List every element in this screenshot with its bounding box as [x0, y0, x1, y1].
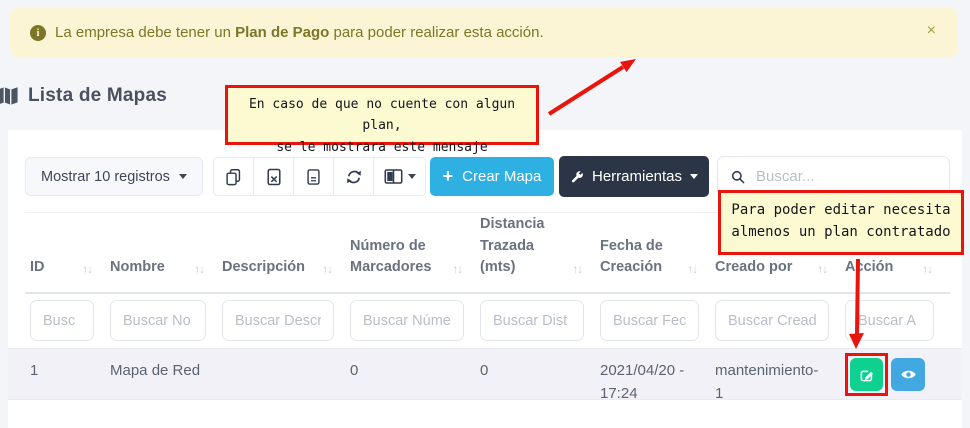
- create-map-label: Crear Mapa: [462, 168, 541, 185]
- sort-icon[interactable]: ↑↓: [323, 262, 333, 279]
- annotation-no-plan-message: En caso de que no cuente con algun plan,…: [225, 85, 539, 145]
- annotation-line: se le mostrara este mensaje: [228, 137, 536, 158]
- alert-message-bold: Plan de Pago: [235, 24, 329, 41]
- chevron-down-icon: [690, 174, 698, 179]
- annotation-line: Para poder editar necesita: [721, 199, 961, 221]
- column-visibility-button[interactable]: [373, 157, 426, 196]
- alert-message: La empresa debe tener un Plan de Pago pa…: [55, 24, 544, 41]
- arrow-to-alert-head: [620, 59, 636, 72]
- column-header-distancia[interactable]: Distancia Trazada (mts)↑↓: [480, 214, 600, 292]
- maps-list-page: i La empresa debe tener un Plan de Pago …: [0, 0, 970, 428]
- table-row: 1 Mapa de Red 0 0 2021/04/20 - 17:24 man…: [8, 348, 962, 400]
- filter-input-accion[interactable]: [845, 300, 934, 341]
- annotation-edit-requirement: Para poder editar necesita almenos un pl…: [718, 190, 964, 255]
- cell-descripcion: [222, 360, 350, 405]
- file-export-button[interactable]: [293, 157, 334, 196]
- search-icon: [731, 169, 745, 185]
- export-button-group: [213, 157, 426, 196]
- info-icon: i: [30, 25, 46, 41]
- sort-icon[interactable]: ↑↓: [195, 262, 205, 279]
- copy-button[interactable]: [213, 157, 254, 196]
- annotation-line: En caso de que no cuente con algun plan,: [228, 94, 536, 137]
- sort-icon[interactable]: ↑↓: [453, 262, 463, 279]
- show-entries-label: Mostrar 10 registros: [41, 169, 170, 185]
- chevron-down-icon: [179, 174, 187, 179]
- column-header-nombre[interactable]: Nombre↑↓: [110, 257, 222, 292]
- alert-message-prefix: La empresa debe tener un: [55, 24, 235, 41]
- column-visibility-icon: [384, 168, 403, 185]
- alert-message-suffix: para poder realizar esta acción.: [329, 24, 543, 41]
- column-header-accion[interactable]: Acción↑↓: [845, 257, 950, 292]
- column-header-descripcion[interactable]: Descripción↑↓: [222, 257, 350, 292]
- excel-export-button[interactable]: [253, 157, 294, 196]
- filter-input-nombre[interactable]: [110, 300, 206, 341]
- copy-icon: [225, 168, 242, 186]
- column-header-marcadores[interactable]: Número de Marcadores↑↓: [350, 236, 480, 293]
- tools-label: Herramientas: [592, 168, 682, 185]
- cell-nombre: Mapa de Red: [110, 360, 222, 405]
- eye-icon: [900, 367, 917, 382]
- refresh-icon: [345, 168, 363, 186]
- page-title-row: Lista de Mapas: [0, 85, 167, 107]
- sort-icon[interactable]: ↑↓: [83, 262, 93, 279]
- cell-fecha: 2021/04/20 - 17:24: [600, 360, 715, 405]
- annotation-line: almenos un plan contratado: [721, 221, 961, 243]
- filter-input-descripcion[interactable]: [222, 300, 334, 341]
- sort-icon[interactable]: ↑↓: [923, 262, 933, 279]
- filter-input-distancia[interactable]: [480, 300, 584, 341]
- filter-input-fecha[interactable]: [600, 300, 699, 341]
- arrow-to-alert: [549, 67, 623, 114]
- sort-icon[interactable]: ↑↓: [818, 262, 828, 279]
- show-entries-dropdown[interactable]: Mostrar 10 registros: [25, 157, 203, 196]
- column-header-id[interactable]: ID↑↓: [30, 257, 110, 292]
- cell-distancia: 0: [480, 360, 600, 405]
- edit-button-highlight: [845, 353, 888, 396]
- edit-button[interactable]: [850, 358, 883, 391]
- cell-accion: [845, 353, 950, 405]
- excel-export-icon: [266, 168, 282, 186]
- cell-marcadores: 0: [350, 360, 480, 405]
- edit-icon: [859, 367, 875, 383]
- tools-dropdown-button[interactable]: Herramientas: [559, 156, 709, 197]
- sort-icon[interactable]: ↑↓: [573, 262, 583, 279]
- plus-icon: +: [443, 167, 454, 185]
- page-title: Lista de Mapas: [28, 85, 167, 107]
- alert-close-button[interactable]: ×: [927, 22, 936, 40]
- create-map-button[interactable]: + Crear Mapa: [430, 157, 554, 196]
- table-filter-row: [30, 300, 950, 341]
- alert-banner: i La empresa debe tener un Plan de Pago …: [10, 8, 958, 57]
- file-export-icon: [306, 168, 321, 186]
- map-icon: [0, 85, 21, 107]
- view-button[interactable]: [891, 358, 925, 391]
- search-input[interactable]: [756, 168, 936, 185]
- chevron-down-icon: [408, 174, 416, 179]
- filter-input-marcadores[interactable]: [350, 300, 464, 341]
- cell-creado-por: mantenimiento-1: [715, 360, 845, 405]
- wrench-icon: [570, 170, 584, 184]
- cell-id: 1: [30, 360, 110, 405]
- refresh-button[interactable]: [333, 157, 374, 196]
- column-header-fecha[interactable]: Fecha de Creación↑↓: [600, 236, 715, 293]
- column-header-creado-por[interactable]: Creado por↑↓: [715, 257, 845, 292]
- filter-input-creado-por[interactable]: [715, 300, 829, 341]
- table-head-bottom-divider: [25, 292, 950, 294]
- filter-input-id[interactable]: [30, 300, 94, 341]
- sort-icon[interactable]: ↑↓: [688, 262, 698, 279]
